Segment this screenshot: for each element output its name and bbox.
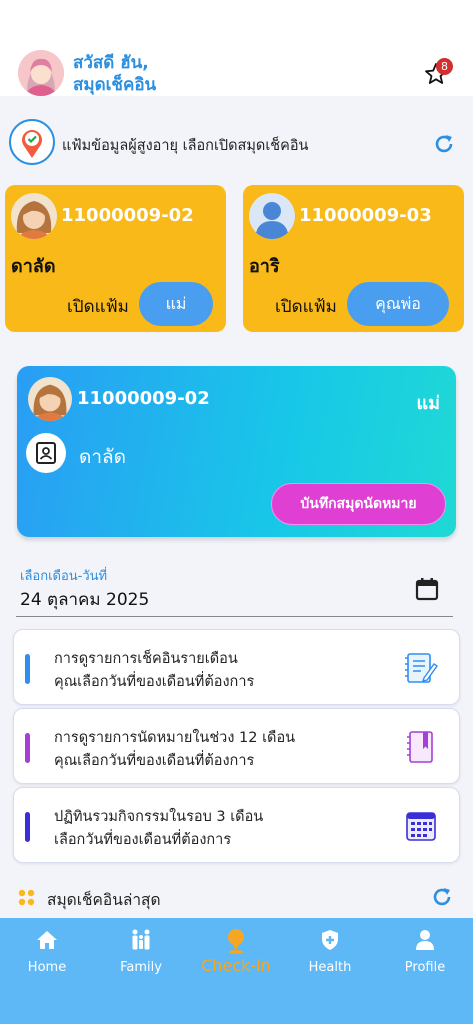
menu-title: ปฏิทินรวมกิจกรรมในรอบ 3 เดือน bbox=[54, 809, 264, 825]
date-underline bbox=[16, 616, 453, 617]
nav-checkin[interactable]: Check-in bbox=[189, 918, 283, 988]
selected-elder-name: ดาลัด bbox=[79, 446, 126, 468]
nav-label: Check-in bbox=[201, 956, 271, 975]
menu-title: การดูรายการนัดหมายในช่วง 12 เดือน bbox=[54, 730, 296, 746]
nav-home[interactable]: Home bbox=[0, 918, 94, 988]
relation-button[interactable]: คุณพ่อ bbox=[347, 282, 449, 326]
open-file-label: เปิดแฟ้ม bbox=[67, 297, 129, 317]
selected-elder-card: 11000009-02 แม่ ดาลัด บันทึกสมุดนัดหมาย bbox=[17, 366, 456, 537]
selected-relation: แม่ bbox=[416, 393, 440, 414]
refresh-icon[interactable] bbox=[432, 132, 456, 156]
elder-id: 11000009-03 bbox=[299, 205, 432, 226]
elder-avatar bbox=[28, 377, 72, 421]
notebook-icon bbox=[404, 729, 438, 765]
notification-badge: 8 bbox=[436, 58, 453, 75]
calendar-grid-icon bbox=[404, 808, 438, 844]
nav-label: Profile bbox=[404, 960, 446, 975]
latest-checkin-header: สมุดเช็คอินล่าสุด bbox=[18, 883, 458, 913]
nav-label: Family bbox=[120, 960, 162, 975]
location-check-icon bbox=[8, 118, 56, 166]
elder-name: อาริ bbox=[249, 256, 280, 277]
quarterly-calendar-menu[interactable]: ปฏิทินรวมกิจกรรมในรอบ 3 เดือน เลือกวันที… bbox=[13, 787, 460, 863]
greeting-name: สวัสดี ฮัน, bbox=[73, 53, 149, 73]
app-header: สวัสดี ฮัน, สมุดเช็คอิน 8 bbox=[0, 0, 473, 96]
id-card-icon bbox=[26, 433, 66, 473]
elder-card-1[interactable]: 11000009-02 ดาลัด เปิดแฟ้ม แม่ bbox=[5, 185, 226, 332]
shield-plus-icon bbox=[318, 928, 342, 952]
bottom-navigation: Home Family Check-in Health Profile bbox=[0, 918, 473, 1024]
menu-subtitle: เลือกวันที่ของเดือนที่ต้องการ bbox=[54, 832, 232, 848]
latest-checkin-title: สมุดเช็คอินล่าสุด bbox=[47, 891, 161, 909]
date-field[interactable]: 24 ตุลาคม 2025 bbox=[20, 586, 149, 613]
section-title: แฟ้มข้อมูลผู้สูงอายุ เลือกเปิดสมุดเช็คอิ… bbox=[62, 138, 309, 154]
nav-profile[interactable]: Profile bbox=[378, 918, 472, 988]
elder-files-section-header: แฟ้มข้อมูลผู้สูงอายุ เลือกเปิดสมุดเช็คอิ… bbox=[8, 118, 468, 168]
person-icon bbox=[413, 928, 437, 952]
relation-button[interactable]: แม่ bbox=[139, 282, 213, 326]
monthly-checkin-menu[interactable]: การดูรายการเช็คอินรายเดือน คุณเลือกวันที… bbox=[13, 629, 460, 705]
dots-icon bbox=[18, 889, 36, 907]
notepad-icon bbox=[404, 650, 438, 686]
selected-elder-id: 11000009-02 bbox=[77, 388, 210, 409]
elder-card-2[interactable]: 11000009-03 อาริ เปิดแฟ้ม คุณพ่อ bbox=[243, 185, 464, 332]
user-avatar[interactable] bbox=[18, 50, 64, 96]
elder-id: 11000009-02 bbox=[61, 205, 194, 226]
open-file-label: เปิดแฟ้ม bbox=[275, 297, 337, 317]
menu-subtitle: คุณเลือกวันที่ของเดือนที่ต้องการ bbox=[54, 674, 255, 690]
accent-bar bbox=[25, 654, 30, 684]
greeting: สวัสดี ฮัน, สมุดเช็คอิน bbox=[73, 52, 156, 96]
date-label: เลือกเดือน-วันที่ bbox=[20, 569, 108, 584]
elder-avatar bbox=[11, 193, 57, 239]
nav-health[interactable]: Health bbox=[283, 918, 377, 988]
yearly-appointment-menu[interactable]: การดูรายการนัดหมายในช่วง 12 เดือน คุณเลื… bbox=[13, 708, 460, 784]
nav-label: Health bbox=[308, 960, 352, 975]
appointment-book-button[interactable]: บันทึกสมุดนัดหมาย bbox=[271, 483, 446, 525]
refresh-icon[interactable] bbox=[430, 885, 454, 909]
menu-subtitle: คุณเลือกวันที่ของเดือนที่ต้องการ bbox=[54, 753, 255, 769]
greeting-subtitle: สมุดเช็คอิน bbox=[73, 75, 157, 95]
calendar-icon[interactable] bbox=[414, 576, 440, 602]
menu-title: การดูรายการเช็คอินรายเดือน bbox=[54, 651, 238, 667]
accent-bar bbox=[25, 812, 30, 842]
elder-name: ดาลัด bbox=[11, 256, 56, 277]
accent-bar bbox=[25, 733, 30, 763]
checkin-pin-icon bbox=[224, 928, 248, 954]
home-icon bbox=[35, 928, 59, 952]
elder-avatar bbox=[249, 193, 295, 239]
family-icon bbox=[129, 928, 153, 952]
nav-label: Home bbox=[27, 960, 67, 975]
nav-family[interactable]: Family bbox=[94, 918, 188, 988]
